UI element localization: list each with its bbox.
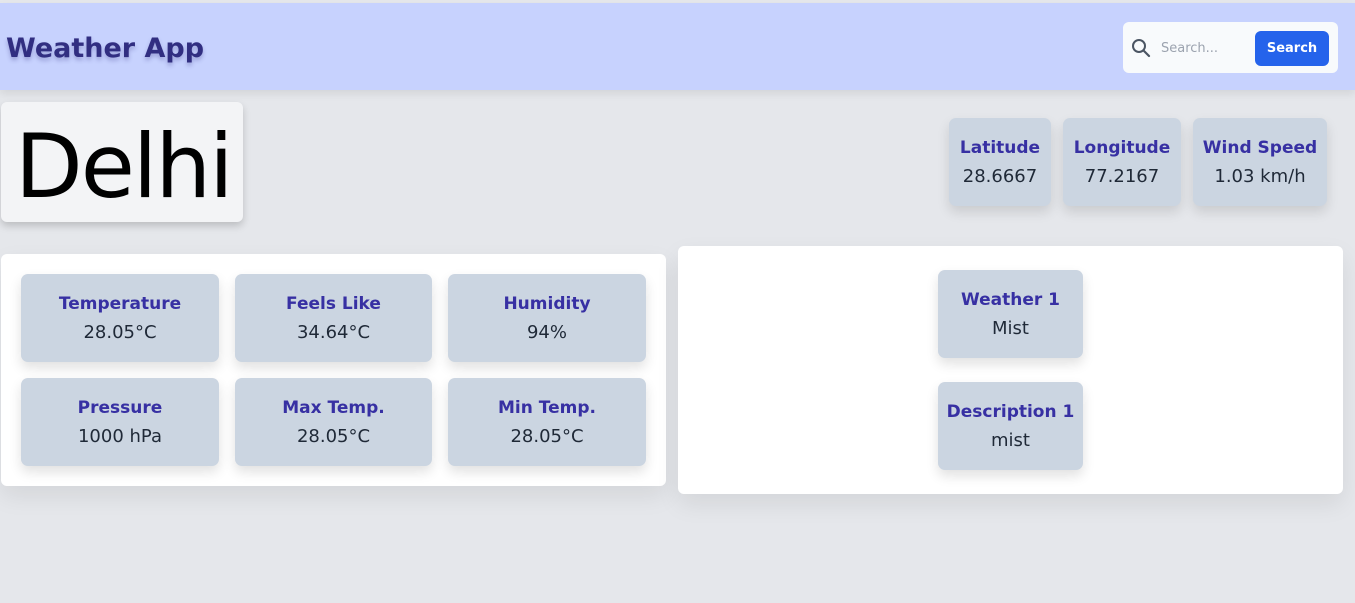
feels-like-value: 34.64°C	[296, 322, 371, 343]
metrics-panel: Temperature 28.05°C Feels Like 34.64°C H…	[1, 254, 666, 486]
weather-panel: Weather 1 Mist Description 1 mist	[678, 246, 1343, 494]
weather-main-label: Weather 1	[960, 290, 1061, 310]
longitude-label: Longitude	[1073, 138, 1171, 158]
city-card: Delhi	[1, 102, 243, 222]
latitude-card: Latitude 28.6667	[949, 118, 1051, 206]
wind-speed-card: Wind Speed 1.03 km/h	[1193, 118, 1327, 206]
temperature-label: Temperature	[58, 294, 182, 314]
search-bar: Search	[1123, 22, 1338, 73]
humidity-label: Humidity	[503, 294, 591, 314]
search-icon	[1132, 39, 1151, 58]
longitude-value: 77.2167	[1084, 166, 1160, 187]
latitude-value: 28.6667	[962, 166, 1038, 187]
temperature-card: Temperature 28.05°C	[21, 274, 219, 362]
max-temp-card: Max Temp. 28.05°C	[235, 378, 432, 466]
wind-speed-value: 1.03 km/h	[1214, 166, 1306, 187]
weather-main-card: Weather 1 Mist	[938, 270, 1083, 358]
pressure-card: Pressure 1000 hPa	[21, 378, 219, 466]
search-button[interactable]: Search	[1255, 31, 1329, 66]
temperature-value: 28.05°C	[83, 322, 157, 343]
humidity-value: 94%	[526, 322, 567, 343]
min-temp-card: Min Temp. 28.05°C	[448, 378, 646, 466]
max-temp-value: 28.05°C	[296, 426, 371, 447]
feels-like-label: Feels Like	[286, 294, 381, 314]
city-name: Delhi	[15, 115, 234, 218]
pressure-label: Pressure	[77, 398, 163, 418]
min-temp-label: Min Temp.	[498, 398, 596, 418]
max-temp-label: Max Temp.	[282, 398, 385, 418]
app-header: Weather App Search	[0, 3, 1355, 90]
weather-description-card: Description 1 mist	[938, 382, 1083, 470]
weather-main-value: Mist	[992, 318, 1029, 339]
app-title: Weather App	[6, 33, 205, 64]
latitude-label: Latitude	[959, 138, 1041, 158]
humidity-card: Humidity 94%	[448, 274, 646, 362]
search-input[interactable]	[1161, 36, 1251, 60]
feels-like-card: Feels Like 34.64°C	[235, 274, 432, 362]
min-temp-value: 28.05°C	[510, 426, 584, 447]
pressure-value: 1000 hPa	[77, 426, 162, 447]
weather-description-value: mist	[991, 430, 1030, 451]
wind-speed-label: Wind Speed	[1202, 138, 1318, 158]
weather-description-label: Description 1	[946, 402, 1075, 422]
longitude-card: Longitude 77.2167	[1063, 118, 1181, 206]
